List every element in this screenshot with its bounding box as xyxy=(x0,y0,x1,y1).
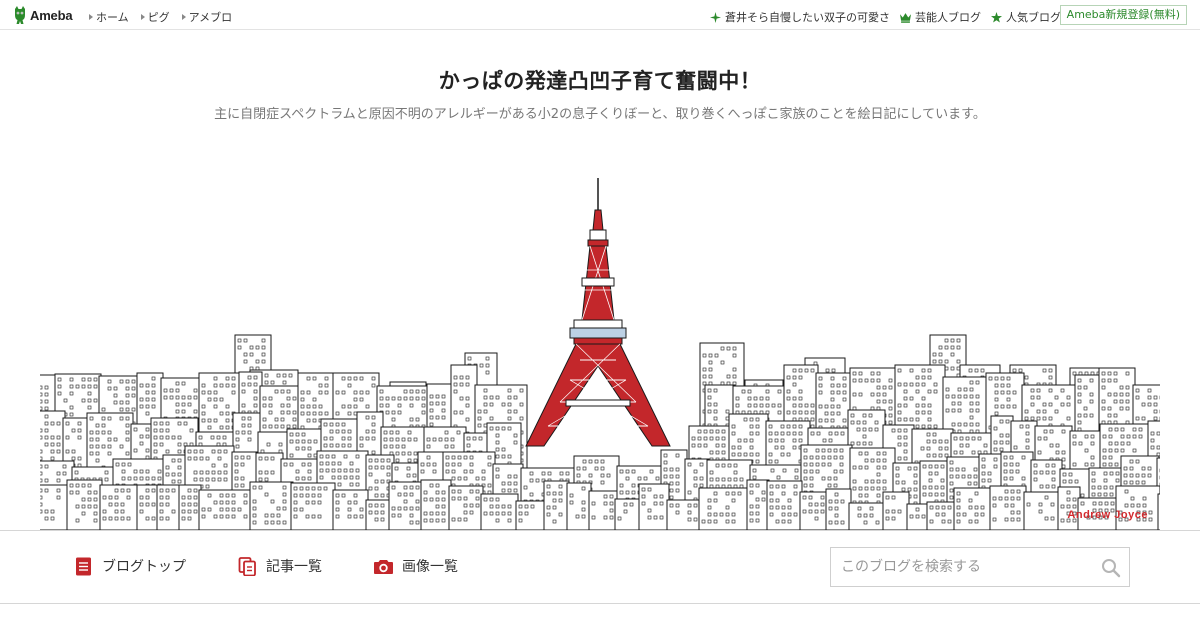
signup-button[interactable]: Ameba新規登録(無料) xyxy=(1059,5,1187,25)
search-icon[interactable] xyxy=(1101,558,1121,578)
sparkle-icon xyxy=(710,11,721,23)
entry-list-link[interactable]: 記事一覧 xyxy=(238,556,322,576)
blog-navigation: ブログトップ 記事一覧 画像一覧 xyxy=(0,530,1200,604)
building-drawing xyxy=(566,482,592,530)
popular-blog-link[interactable]: 人気ブログ xyxy=(991,9,1061,25)
building-drawing xyxy=(1157,493,1160,530)
nav-pigg-link[interactable]: ピグ xyxy=(140,9,170,25)
tokyo-skyline-illustration xyxy=(40,178,1160,530)
building-drawing xyxy=(614,498,642,530)
global-nav: ホーム ピグ アメブロ xyxy=(89,9,232,25)
image-list-link[interactable]: 画像一覧 xyxy=(374,556,458,576)
logo-text: Ameba xyxy=(30,7,73,23)
building-drawing xyxy=(543,480,570,530)
nav-ameblo-link[interactable]: アメブロ xyxy=(181,9,232,25)
caret-right-icon xyxy=(140,14,145,20)
building-drawing xyxy=(1115,485,1160,530)
tokyo-tower-drawing xyxy=(525,178,671,447)
building-drawing xyxy=(99,484,140,530)
caret-right-icon xyxy=(89,14,93,20)
ameba-logo[interactable]: Ameba xyxy=(13,6,73,24)
entry-list-label: 記事一覧 xyxy=(266,559,322,575)
celebrity-blog-link[interactable]: 芸能人ブログ xyxy=(900,9,981,25)
ameba-mascot-icon xyxy=(15,6,25,24)
blog-title[interactable]: かっぱの発達凸凹子育て奮闘中！ xyxy=(0,65,1200,95)
global-header: Ameba ホーム ピグ アメブロ 蒼井そら自慢したい双子の可愛さ 芸能人ブログ… xyxy=(0,0,1200,30)
caret-right-icon xyxy=(181,14,186,20)
star-icon xyxy=(991,11,1002,23)
building-drawing xyxy=(40,484,70,530)
blog-top-link[interactable]: ブログトップ xyxy=(74,556,186,576)
blog-search-input[interactable] xyxy=(831,548,1091,586)
building-drawing xyxy=(698,487,750,530)
camera-icon xyxy=(374,559,393,574)
document-icon xyxy=(76,557,91,575)
featured-links: 蒼井そら自慢したい双子の可愛さ 芸能人ブログ 人気ブログ xyxy=(710,9,1061,25)
blog-search xyxy=(830,547,1130,587)
nav-home-link[interactable]: ホーム xyxy=(89,9,129,25)
blog-description: 主に自閉症スペクトラムと原因不明のアレルギーがある小2の息子くりぼーと、取り巻く… xyxy=(214,107,986,122)
crown-icon xyxy=(900,12,911,23)
pages-icon xyxy=(238,556,256,576)
featured-topic-link[interactable]: 蒼井そら自慢したい双子の可愛さ xyxy=(710,9,890,25)
illustrator-credit: Andrew Joyce xyxy=(1067,509,1148,521)
image-list-label: 画像一覧 xyxy=(402,559,458,575)
blog-top-label: ブログトップ xyxy=(102,559,186,575)
header-illustration: Andrew Joyce xyxy=(40,170,1160,530)
